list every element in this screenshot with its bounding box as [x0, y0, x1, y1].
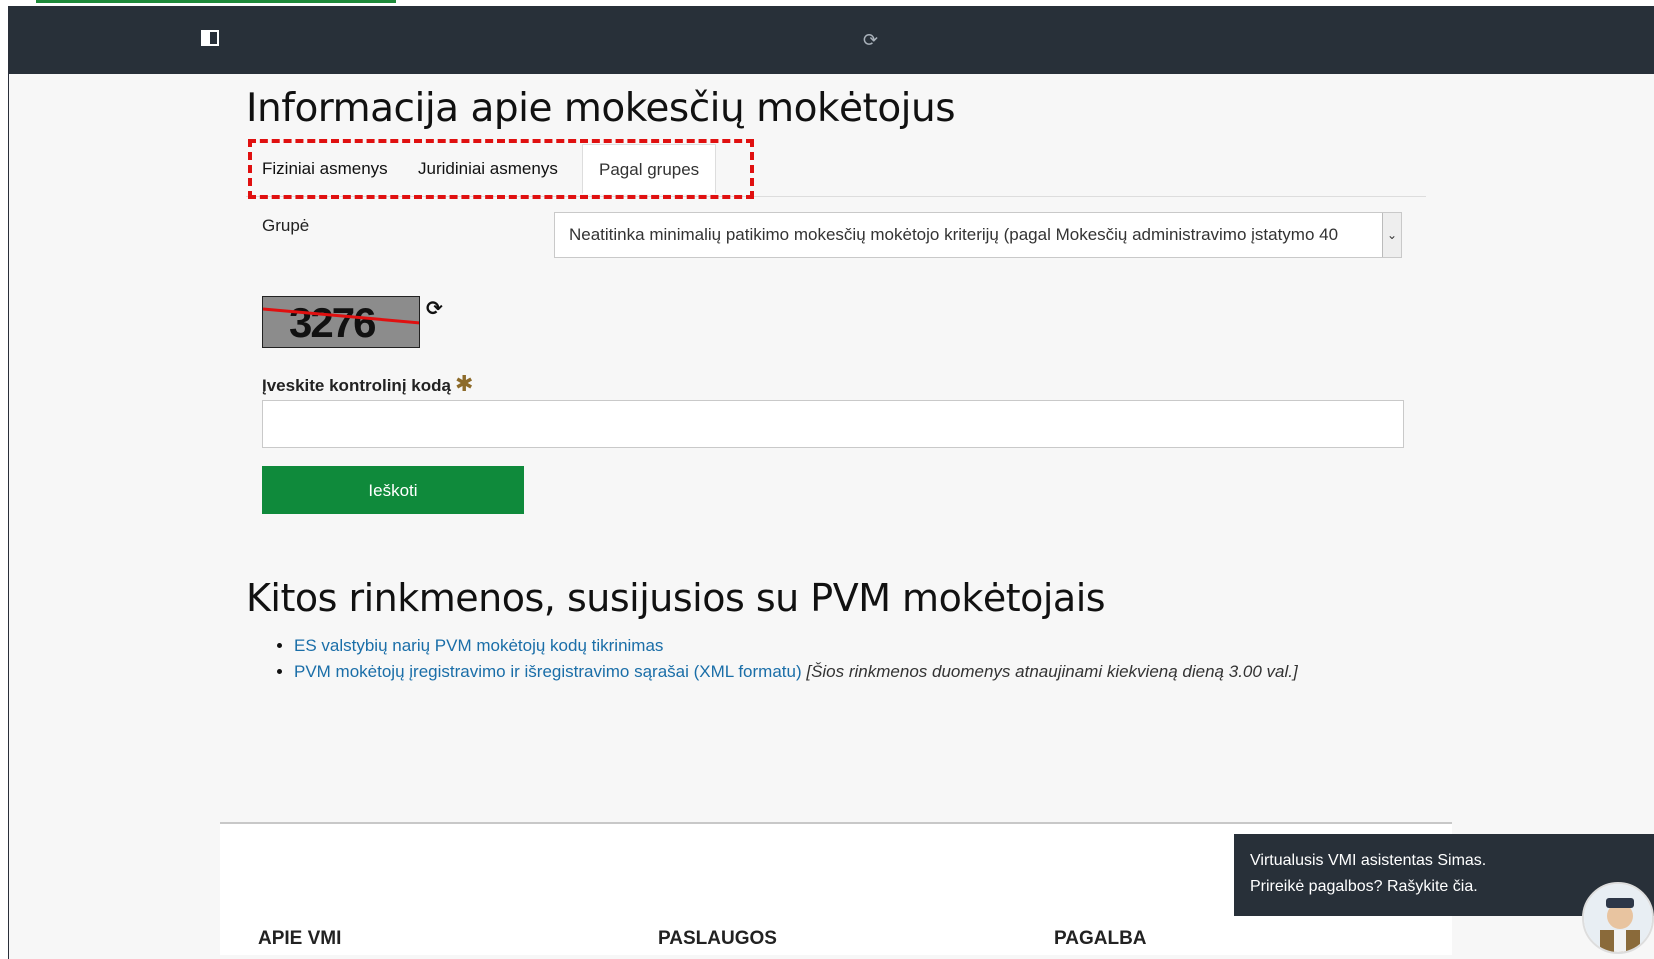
link-note: [Šios rinkmenos duomenys atnaujinami kie… [806, 662, 1298, 681]
group-select-value: Neatitinka minimalių patikimo mokesčių m… [569, 225, 1339, 244]
search-button[interactable]: Ieškoti [262, 466, 524, 514]
chat-line-2: Prireikė pagalbos? Rašykite čia. [1250, 878, 1478, 895]
links-list: ES valstybių narių PVM mokėtojų kodų tik… [270, 636, 1298, 688]
tab-juridiniai-asmenys[interactable]: Juridiniai asmenys [402, 144, 574, 194]
tab-pagal-grupes[interactable]: Pagal grupes [582, 144, 717, 194]
panel-icon[interactable] [201, 30, 219, 46]
link-es-vat-check[interactable]: ES valstybių narių PVM mokėtojų kodų tik… [294, 636, 663, 655]
required-star-icon: ✱ [454, 372, 474, 397]
chat-line-1: Virtualusis VMI asistentas Simas. [1250, 852, 1487, 869]
footer-paslaugos[interactable]: PASLAUGOS [658, 928, 777, 950]
chevron-down-icon[interactable]: ⌄ [1382, 213, 1401, 257]
code-label-text: Įveskite kontrolinį kodą [262, 376, 451, 395]
captcha-strike-line [263, 307, 419, 325]
group-label: Grupė [262, 216, 310, 235]
page-title: Informacija apie mokesčių mokėtojus [246, 86, 956, 131]
footer-apie-vmi[interactable]: APIE VMI [258, 928, 341, 950]
footer-pagalba[interactable]: PAGALBA [1054, 928, 1147, 950]
code-input[interactable] [262, 400, 1404, 448]
list-item: PVM mokėtojų įregistravimo ir išregistra… [294, 662, 1298, 682]
tab-bar: Fiziniai asmenys Juridiniai asmenys Paga… [246, 140, 1426, 197]
reload-icon[interactable]: ⟳ [863, 30, 878, 51]
refresh-captcha-icon[interactable]: ⟳ [426, 296, 443, 320]
group-select[interactable]: Neatitinka minimalių patikimo mokesčių m… [554, 212, 1402, 258]
list-item: ES valstybių narių PVM mokėtojų kodų tik… [294, 636, 1298, 656]
top-strip-accent [36, 0, 396, 3]
assistant-avatar[interactable] [1582, 882, 1654, 954]
captcha-image: 3276 [262, 296, 420, 348]
link-vat-registration-lists[interactable]: PVM mokėtojų įregistravimo ir išregistra… [294, 662, 802, 681]
section-title: Kitos rinkmenos, susijusios su PVM mokėt… [246, 576, 1106, 620]
app-bar: ⟳ [9, 6, 1654, 74]
tab-fiziniai-asmenys[interactable]: Fiziniai asmenys [246, 144, 404, 194]
code-label: Įveskite kontrolinį kodą ✱ [262, 372, 473, 397]
